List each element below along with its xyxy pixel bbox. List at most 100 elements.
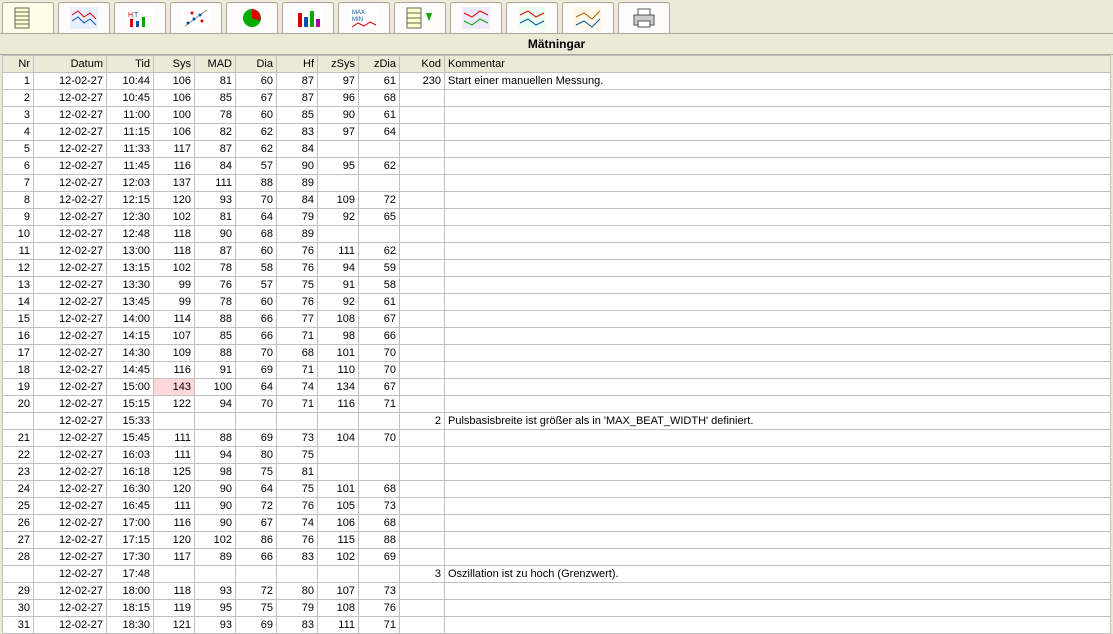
cell-sys: 143 [154,379,195,396]
table-row[interactable]: 2512-02-2716:4511190727610573 [3,498,1111,515]
table-row[interactable]: 1212-02-2713:151027858769459 [3,260,1111,277]
cell-mad: 84 [195,158,236,175]
cell-zsys: 111 [318,617,359,634]
table-row[interactable]: 512-02-2711:33117876284 [3,141,1111,158]
cell-zsys: 108 [318,600,359,617]
table-row[interactable]: 812-02-2712:1512093708410972 [3,192,1111,209]
table-row[interactable]: 2912-02-2718:0011893728010773 [3,583,1111,600]
cell-zdia: 65 [359,209,400,226]
header-nr[interactable]: Nr [3,56,34,73]
max-min-icon[interactable]: MAXMIN [338,2,390,33]
cell-kommentar: Oszillation ist zu hoch (Grenzwert). [445,566,1111,583]
cell-sys [154,413,195,430]
table-row[interactable]: 912-02-2712:301028164799265 [3,209,1111,226]
table-down-icon[interactable] [394,2,446,33]
cell-sys: 102 [154,209,195,226]
cell-hf: 79 [277,600,318,617]
chart-compare-b-icon[interactable] [506,2,558,33]
header-hf[interactable]: Hf [277,56,318,73]
table-row[interactable]: 1112-02-2713:0011887607611162 [3,243,1111,260]
cell-hf: 75 [277,447,318,464]
cell-sys: 120 [154,532,195,549]
cell-datum: 12-02-27 [34,226,107,243]
table-row[interactable]: 1612-02-2714:151078566719866 [3,328,1111,345]
cell-sys: 118 [154,243,195,260]
table-row[interactable]: 2212-02-2716:03111948075 [3,447,1111,464]
table-row[interactable]: 212-02-2710:451068567879668 [3,90,1111,107]
table-row[interactable]: 1812-02-2714:4511691697111070 [3,362,1111,379]
header-datum[interactable]: Datum [34,56,107,73]
header-kod[interactable]: Kod [400,56,445,73]
table-row[interactable]: 1512-02-2714:0011488667710867 [3,311,1111,328]
cell-mad: 85 [195,90,236,107]
cell-sys: 117 [154,141,195,158]
cell-kod [400,379,445,396]
cell-mad: 111 [195,175,236,192]
table-row[interactable]: 12-02-2715:332Pulsbasisbreite ist größer… [3,413,1111,430]
print-icon[interactable] [618,2,670,33]
cell-kommentar [445,226,1111,243]
table-row[interactable]: 612-02-2711:451168457909562 [3,158,1111,175]
header-zsys[interactable]: zSys [318,56,359,73]
table-row[interactable]: 1012-02-2712:48118906889 [3,226,1111,243]
header-kommentar[interactable]: Kommentar [445,56,1111,73]
cell-kod [400,158,445,175]
table-row[interactable]: 2112-02-2715:4511188697310470 [3,430,1111,447]
chart-multi-icon[interactable] [58,2,110,33]
cell-kommentar [445,260,1111,277]
cell-sys: 122 [154,396,195,413]
pie-icon[interactable] [226,2,278,33]
cell-tid: 13:45 [107,294,154,311]
table-row[interactable]: 2712-02-2717:15120102867611588 [3,532,1111,549]
cell-zdia: 76 [359,600,400,617]
bars-stats-icon[interactable]: HT [114,2,166,33]
table-row[interactable]: 1712-02-2714:3010988706810170 [3,345,1111,362]
bar-chart-icon[interactable] [282,2,334,33]
header-sys[interactable]: Sys [154,56,195,73]
table-row[interactable]: 112-02-2710:441068160879761230Start eine… [3,73,1111,90]
table-row[interactable]: 2612-02-2717:0011690677410668 [3,515,1111,532]
header-zdia[interactable]: zDia [359,56,400,73]
cell-dia: 66 [236,311,277,328]
cell-hf: 83 [277,549,318,566]
cell-zsys: 98 [318,328,359,345]
cell-zsys [318,447,359,464]
cell-hf: 76 [277,294,318,311]
cell-nr: 17 [3,345,34,362]
scatter-icon[interactable] [170,2,222,33]
chart-compare-a-icon[interactable] [450,2,502,33]
cell-zsys: 94 [318,260,359,277]
header-mad[interactable]: MAD [195,56,236,73]
table-row[interactable]: 2812-02-2717:3011789668310269 [3,549,1111,566]
cell-sys: 100 [154,107,195,124]
cell-kommentar [445,192,1111,209]
table-row[interactable]: 3012-02-2718:1511995757910876 [3,600,1111,617]
cell-zdia [359,141,400,158]
table-row[interactable]: 2012-02-2715:1512294707111671 [3,396,1111,413]
chart-compare-c-icon[interactable] [562,2,614,33]
cell-tid: 18:00 [107,583,154,600]
cell-dia: 60 [236,243,277,260]
cell-dia: 70 [236,192,277,209]
cell-datum: 12-02-27 [34,158,107,175]
table-row[interactable]: 2312-02-2716:18125987581 [3,464,1111,481]
cell-hf: 75 [277,481,318,498]
cell-kommentar [445,175,1111,192]
table-row[interactable]: 2412-02-2716:3012090647510168 [3,481,1111,498]
table-row[interactable]: 712-02-2712:031371118889 [3,175,1111,192]
cell-nr: 31 [3,617,34,634]
table-icon[interactable] [2,2,54,33]
table-row[interactable]: 1912-02-2715:00143100647413467 [3,379,1111,396]
header-dia[interactable]: Dia [236,56,277,73]
data-grid[interactable]: NrDatumTidSysMADDiaHfzSyszDiaKodKommenta… [2,55,1111,634]
table-row[interactable]: 1412-02-2713:45997860769261 [3,294,1111,311]
header-tid[interactable]: Tid [107,56,154,73]
table-row[interactable]: 412-02-2711:151068262839764 [3,124,1111,141]
cell-tid: 14:15 [107,328,154,345]
table-row[interactable]: 12-02-2717:483Oszillation ist zu hoch (G… [3,566,1111,583]
cell-mad: 90 [195,498,236,515]
table-row[interactable]: 3112-02-2718:3012193698311171 [3,617,1111,634]
table-row[interactable]: 1312-02-2713:30997657759158 [3,277,1111,294]
table-row[interactable]: 312-02-2711:001007860859061 [3,107,1111,124]
cell-datum: 12-02-27 [34,311,107,328]
